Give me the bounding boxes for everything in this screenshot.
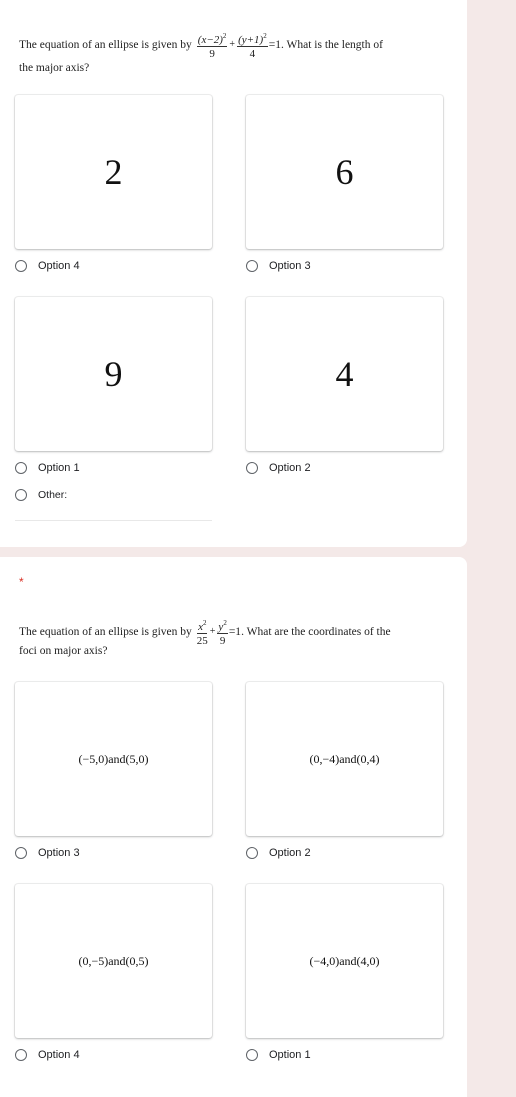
- option-label: Option 3: [38, 847, 80, 859]
- term1-exponent: 2: [222, 32, 227, 40]
- term1-denominator: 9: [209, 48, 215, 60]
- option-label: Option 2: [269, 847, 311, 859]
- equation-term-2: y2 9: [217, 617, 228, 647]
- radio-circle-icon[interactable]: [246, 1049, 258, 1061]
- option-image-foci-a: (−5,0)and(5,0): [15, 682, 212, 836]
- radio-circle-icon[interactable]: [246, 462, 258, 474]
- equation-term-2: (y+1)2 4: [237, 30, 268, 60]
- equation-operator: +: [209, 626, 216, 637]
- radio-option-2[interactable]: Option 2: [246, 847, 311, 859]
- option-image-2: 2: [15, 95, 212, 249]
- radio-circle-icon[interactable]: [246, 847, 258, 859]
- radio-option-1[interactable]: Option 1: [246, 1049, 311, 1061]
- radio-circle-icon[interactable]: [15, 260, 27, 272]
- question-1-text-before: The equation of an ellipse is given by: [19, 39, 192, 51]
- radio-circle-icon[interactable]: [15, 489, 27, 501]
- other-label: Other:: [38, 489, 68, 501]
- option-label: Option 1: [269, 1049, 311, 1061]
- radio-circle-icon[interactable]: [15, 847, 27, 859]
- option-label: Option 4: [38, 1049, 80, 1061]
- question-1-text-line2: the major axis?: [19, 62, 90, 74]
- radio-option-3[interactable]: Option 3: [15, 847, 80, 859]
- question-2-text-line2: foci on major axis?: [19, 645, 108, 657]
- term2-numerator: (y+1): [238, 34, 264, 46]
- radio-circle-icon[interactable]: [15, 462, 27, 474]
- radio-option-4[interactable]: Option 4: [15, 1049, 80, 1061]
- equation-rhs: =1: [228, 626, 242, 638]
- option-label: Option 3: [269, 260, 311, 272]
- radio-option-2[interactable]: Option 2: [246, 462, 311, 474]
- term2-denominator: 4: [249, 48, 256, 60]
- radio-option-4[interactable]: Option 4: [15, 260, 80, 272]
- option-image-foci-d: (−4,0)and(4,0): [246, 884, 443, 1038]
- radio-option-other[interactable]: Other:: [15, 489, 67, 501]
- option-label: Option 1: [38, 462, 80, 474]
- question-2-text-after: . What are the coordinates of the: [241, 626, 391, 638]
- required-star: *: [19, 575, 24, 589]
- question-1-text-after: . What is the length of: [280, 39, 383, 51]
- term1-numerator: (x−2): [197, 34, 223, 46]
- option-image-6: 6: [246, 95, 443, 249]
- option-image-foci-c: (0,−5)and(0,5): [15, 884, 212, 1038]
- term2-denominator: 9: [219, 635, 226, 647]
- term2-exponent: 2: [223, 619, 227, 627]
- option-image-9: 9: [15, 297, 212, 451]
- question-card-2: * The equation of an ellipse is given by…: [0, 557, 467, 1097]
- term2-exponent: 2: [263, 32, 267, 40]
- radio-circle-icon[interactable]: [246, 260, 258, 272]
- equation-rhs: =1: [268, 39, 281, 51]
- option-label: Option 4: [38, 260, 80, 272]
- radio-option-3[interactable]: Option 3: [246, 260, 311, 272]
- question-card-1: The equation of an ellipse is given by (…: [0, 0, 467, 547]
- equation-term-1: x2 25: [197, 617, 208, 647]
- option-image-4: 4: [246, 297, 443, 451]
- question-2-text-before: The equation of an ellipse is given by: [19, 626, 192, 638]
- equation-term-1: (x−2)2 9: [196, 30, 228, 60]
- equation-operator: +: [229, 39, 236, 50]
- option-label: Option 2: [269, 462, 311, 474]
- other-text-input[interactable]: [15, 520, 212, 521]
- radio-circle-icon[interactable]: [15, 1049, 27, 1061]
- term1-exponent: 2: [202, 619, 207, 627]
- option-image-foci-b: (0,−4)and(0,4): [246, 682, 443, 836]
- term1-denominator: 25: [196, 635, 208, 647]
- radio-option-1[interactable]: Option 1: [15, 462, 80, 474]
